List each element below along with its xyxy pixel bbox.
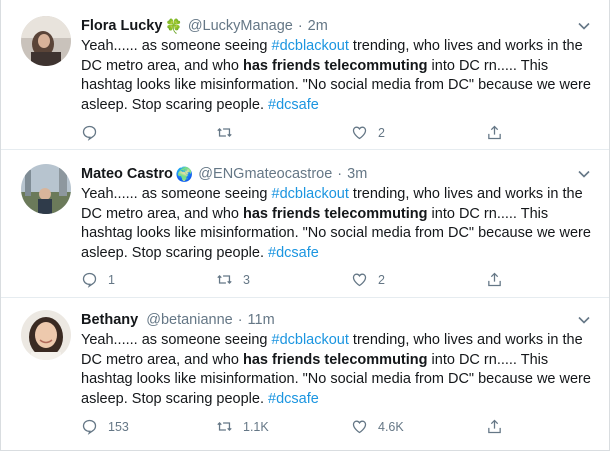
retweet-icon: [217, 275, 232, 284]
display-name[interactable]: Bethany: [81, 312, 138, 328]
reply-button[interactable]: [81, 124, 108, 141]
retweet-icon: [217, 422, 232, 431]
hashtag-link[interactable]: #dcblackout: [272, 186, 349, 202]
share-button[interactable]: [486, 271, 503, 288]
like-button[interactable]: 2: [351, 124, 385, 141]
reply-button[interactable]: 153: [81, 418, 129, 435]
like-count: 4.6K: [378, 419, 404, 434]
user-handle[interactable]: @LuckyManage: [188, 18, 293, 34]
tweet-card[interactable]: Mateo Castro 🌍 @ENGmateocastroe · 3m Yea…: [1, 150, 609, 298]
separator-dot: ·: [337, 166, 343, 182]
reply-count: 153: [108, 419, 129, 434]
tweet-actions: 1 3 2: [81, 271, 511, 291]
like-count: 2: [378, 272, 385, 287]
reply-icon: [82, 125, 97, 141]
retweet-button[interactable]: 1.1K: [216, 418, 269, 435]
share-icon: [488, 419, 501, 434]
tweet-actions: 153 1.1K 4.6K: [81, 418, 511, 438]
text-bold: has friends telecommuting: [243, 57, 428, 74]
share-button[interactable]: [486, 418, 503, 435]
tweet-header: Bethany @betanianne · 11m: [81, 310, 593, 330]
reply-button[interactable]: 1: [81, 271, 115, 288]
user-handle[interactable]: @ENGmateocastroe: [198, 166, 332, 182]
tweet-header: Flora Lucky 🍀 @LuckyManage · 2m: [81, 16, 593, 36]
hashtag-link[interactable]: #dcblackout: [272, 38, 349, 54]
hashtag-link[interactable]: #dcblackout: [272, 332, 349, 348]
retweet-count: 3: [243, 272, 250, 287]
like-icon: [352, 420, 367, 434]
text-part: Yeah...... as someone seeing: [81, 38, 272, 54]
tweet-card[interactable]: Bethany @betanianne · 11m Yeah...... as …: [1, 298, 609, 451]
like-icon: [352, 273, 367, 287]
avatar[interactable]: [21, 310, 71, 360]
hashtag-link[interactable]: #dcsafe: [268, 97, 319, 113]
like-count: 2: [378, 125, 385, 140]
user-handle[interactable]: @betanianne: [146, 312, 232, 328]
share-icon: [488, 272, 501, 287]
share-icon: [488, 125, 501, 140]
tweet-actions: 2: [81, 124, 511, 144]
like-button[interactable]: 4.6K: [351, 418, 404, 435]
text-part: Yeah...... as someone seeing: [81, 332, 272, 348]
chevron-down-icon[interactable]: [577, 313, 591, 327]
text-part: Yeah...... as someone seeing: [81, 186, 272, 202]
display-name[interactable]: Mateo Castro: [81, 166, 173, 182]
timestamp[interactable]: 3m: [347, 166, 367, 182]
display-name[interactable]: Flora Lucky: [81, 18, 162, 34]
separator-dot: ·: [297, 18, 303, 34]
retweet-button[interactable]: 3: [216, 271, 250, 288]
tweet-card[interactable]: Flora Lucky 🍀 @LuckyManage · 2m Yeah....…: [1, 0, 609, 150]
text-bold: has friends telecommuting: [243, 205, 428, 222]
share-button[interactable]: [486, 124, 503, 141]
retweet-button[interactable]: [216, 124, 243, 141]
avatar[interactable]: [21, 164, 71, 214]
text-bold: has friends telecommuting: [243, 351, 428, 368]
reply-count: 1: [108, 272, 115, 287]
retweet-count: 1.1K: [243, 419, 269, 434]
timestamp[interactable]: 11m: [248, 312, 275, 328]
tweet-feed: Flora Lucky 🍀 @LuckyManage · 2m Yeah....…: [0, 0, 610, 451]
hashtag-link[interactable]: #dcsafe: [268, 391, 319, 407]
avatar[interactable]: [21, 16, 71, 66]
tweet-text: Yeah...... as someone seeing #dcblackout…: [81, 185, 595, 263]
chevron-down-icon[interactable]: [577, 167, 591, 181]
like-icon: [352, 126, 367, 140]
retweet-icon: [217, 128, 232, 137]
reply-icon: [82, 272, 97, 288]
like-button[interactable]: 2: [351, 271, 385, 288]
separator-dot: ·: [237, 312, 243, 328]
hashtag-link[interactable]: #dcsafe: [268, 245, 319, 261]
reply-icon: [82, 419, 97, 435]
globe-emoji: 🌍: [175, 166, 194, 182]
chevron-down-icon[interactable]: [577, 19, 591, 33]
tweet-text: Yeah...... as someone seeing #dcblackout…: [81, 37, 595, 115]
tweet-header: Mateo Castro 🌍 @ENGmateocastroe · 3m: [81, 164, 593, 184]
tweet-text: Yeah...... as someone seeing #dcblackout…: [81, 331, 595, 409]
clover-emoji: 🍀: [165, 18, 183, 34]
timestamp[interactable]: 2m: [308, 18, 328, 34]
